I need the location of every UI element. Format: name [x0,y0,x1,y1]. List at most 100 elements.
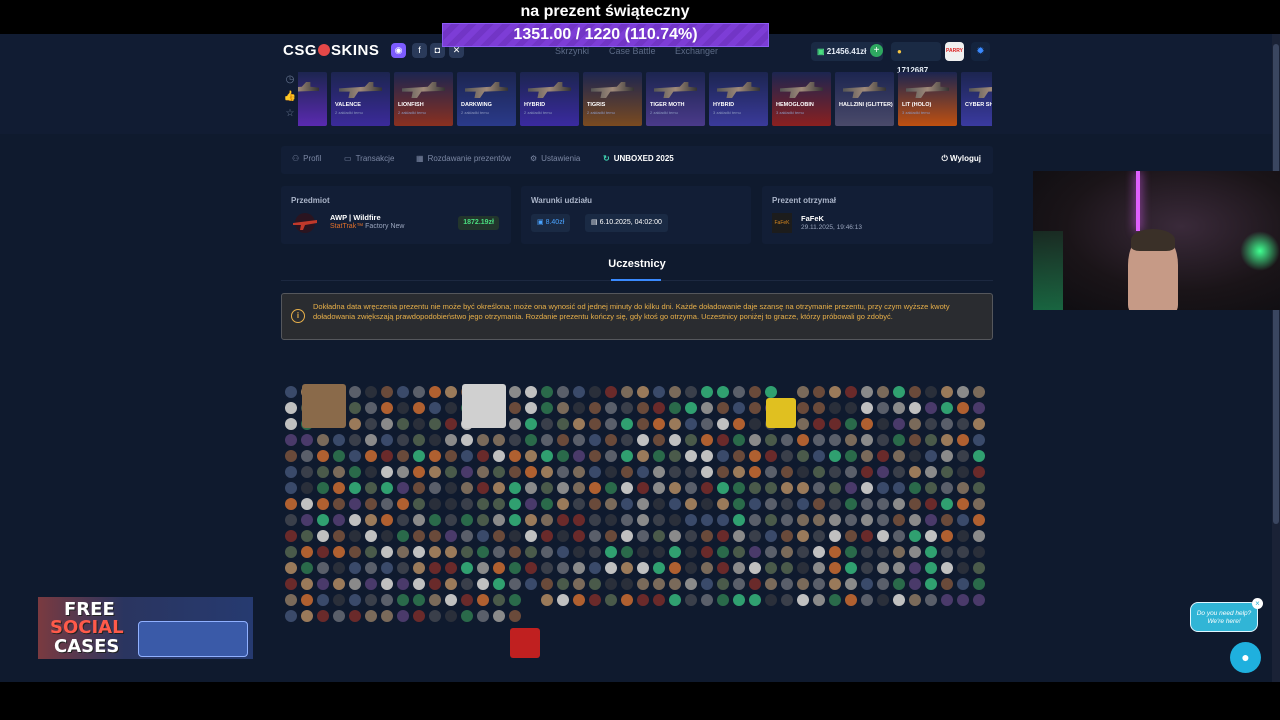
participant-avatar[interactable] [381,450,393,462]
participant-avatar[interactable] [653,402,665,414]
participant-avatar[interactable] [589,386,601,398]
participant-avatar[interactable] [893,562,905,574]
participant-avatar[interactable] [893,466,905,478]
participant-avatar[interactable] [525,386,537,398]
participant-avatar[interactable] [829,530,841,542]
participant-avatar[interactable] [541,402,553,414]
participant-avatar[interactable] [733,562,745,574]
participant-avatar[interactable] [861,594,873,606]
participant-avatar[interactable] [925,546,937,558]
participant-avatar[interactable] [941,450,953,462]
participant-avatar[interactable] [365,466,377,478]
participant-avatar[interactable] [845,530,857,542]
participant-avatar[interactable] [445,402,457,414]
participant-avatar[interactable] [397,578,409,590]
participant-avatar[interactable] [637,418,649,430]
participant-avatar[interactable] [557,514,569,526]
participant-avatar[interactable] [877,466,889,478]
participant-avatar[interactable] [349,578,361,590]
participant-avatar[interactable] [861,546,873,558]
participant-avatar[interactable] [429,546,441,558]
participant-avatar[interactable] [797,418,809,430]
participant-avatar[interactable] [429,578,441,590]
participant-avatar[interactable] [893,450,905,462]
participant-avatar[interactable] [701,418,713,430]
participant-avatar[interactable] [861,402,873,414]
participant-avatar[interactable] [349,402,361,414]
participant-avatar[interactable] [525,434,537,446]
participant-avatar[interactable] [877,418,889,430]
participant-avatar[interactable] [493,482,505,494]
participant-avatar[interactable] [925,466,937,478]
participant-avatar[interactable] [893,578,905,590]
participant-avatar[interactable] [413,562,425,574]
participant-avatar[interactable] [813,594,825,606]
participant-avatar[interactable] [589,418,601,430]
participant-avatar[interactable] [957,434,969,446]
participant-avatar[interactable] [957,562,969,574]
clock-icon[interactable]: ◷ [283,74,297,88]
participant-avatar[interactable] [381,610,393,622]
participant-avatar[interactable] [941,402,953,414]
participant-avatar[interactable] [605,498,617,510]
participant-avatar[interactable] [509,386,521,398]
live-drop-card[interactable]: LIONFISH 2 zakładki temu [394,72,453,126]
participant-avatar[interactable] [685,546,697,558]
participant-avatar[interactable] [717,466,729,478]
participant-avatar[interactable] [941,562,953,574]
participant-avatar[interactable] [349,546,361,558]
participant-avatar[interactable] [349,434,361,446]
participant-avatar[interactable] [461,450,473,462]
participant-avatar[interactable] [445,498,457,510]
participant-avatar[interactable] [317,482,329,494]
participant-avatar[interactable] [973,482,985,494]
participant-avatar[interactable] [925,386,937,398]
participant-avatar[interactable] [957,482,969,494]
participant-avatar[interactable] [637,402,649,414]
participant-avatar[interactable] [973,530,985,542]
participant-avatar[interactable] [733,530,745,542]
participant-avatar[interactable] [381,466,393,478]
participant-avatar[interactable] [302,384,346,428]
participant-avatar[interactable] [397,514,409,526]
participant-avatar[interactable] [685,466,697,478]
participant-avatar[interactable] [749,514,761,526]
participant-avatar[interactable] [733,546,745,558]
participant-avatar[interactable] [541,498,553,510]
participant-avatar[interactable] [653,546,665,558]
participant-avatar[interactable] [973,562,985,574]
participant-avatar[interactable] [781,594,793,606]
participant-avatar[interactable] [509,418,521,430]
participant-avatar[interactable] [365,386,377,398]
participant-avatar[interactable] [285,578,297,590]
participant-avatar[interactable] [509,610,521,622]
participant-avatar[interactable] [669,418,681,430]
participant-avatar[interactable] [765,562,777,574]
participant-avatar[interactable] [941,386,953,398]
participant-avatar[interactable] [381,546,393,558]
participant-avatar[interactable] [701,514,713,526]
participant-avatar[interactable] [733,594,745,606]
participant-avatar[interactable] [317,562,329,574]
participant-avatar[interactable] [829,482,841,494]
participant-avatar[interactable] [765,546,777,558]
participant-avatar[interactable] [957,514,969,526]
participant-avatar[interactable] [429,466,441,478]
participant-avatar[interactable] [766,398,796,428]
participant-avatar[interactable] [781,562,793,574]
participant-avatar[interactable] [381,402,393,414]
tab-profile[interactable]: ⚇ Profil [292,154,321,163]
participant-avatar[interactable] [333,546,345,558]
participant-avatar[interactable] [381,594,393,606]
participant-avatar[interactable] [829,514,841,526]
participant-avatar[interactable] [445,482,457,494]
participant-avatar[interactable] [493,498,505,510]
participant-avatar[interactable] [797,466,809,478]
participant-avatar[interactable] [429,418,441,430]
help-bubble[interactable]: Do you need help? We're here! [1190,602,1258,632]
participant-avatar[interactable] [813,482,825,494]
participant-avatar[interactable] [813,418,825,430]
participant-avatar[interactable] [477,530,489,542]
participant-avatar[interactable] [877,562,889,574]
participant-avatar[interactable] [733,418,745,430]
